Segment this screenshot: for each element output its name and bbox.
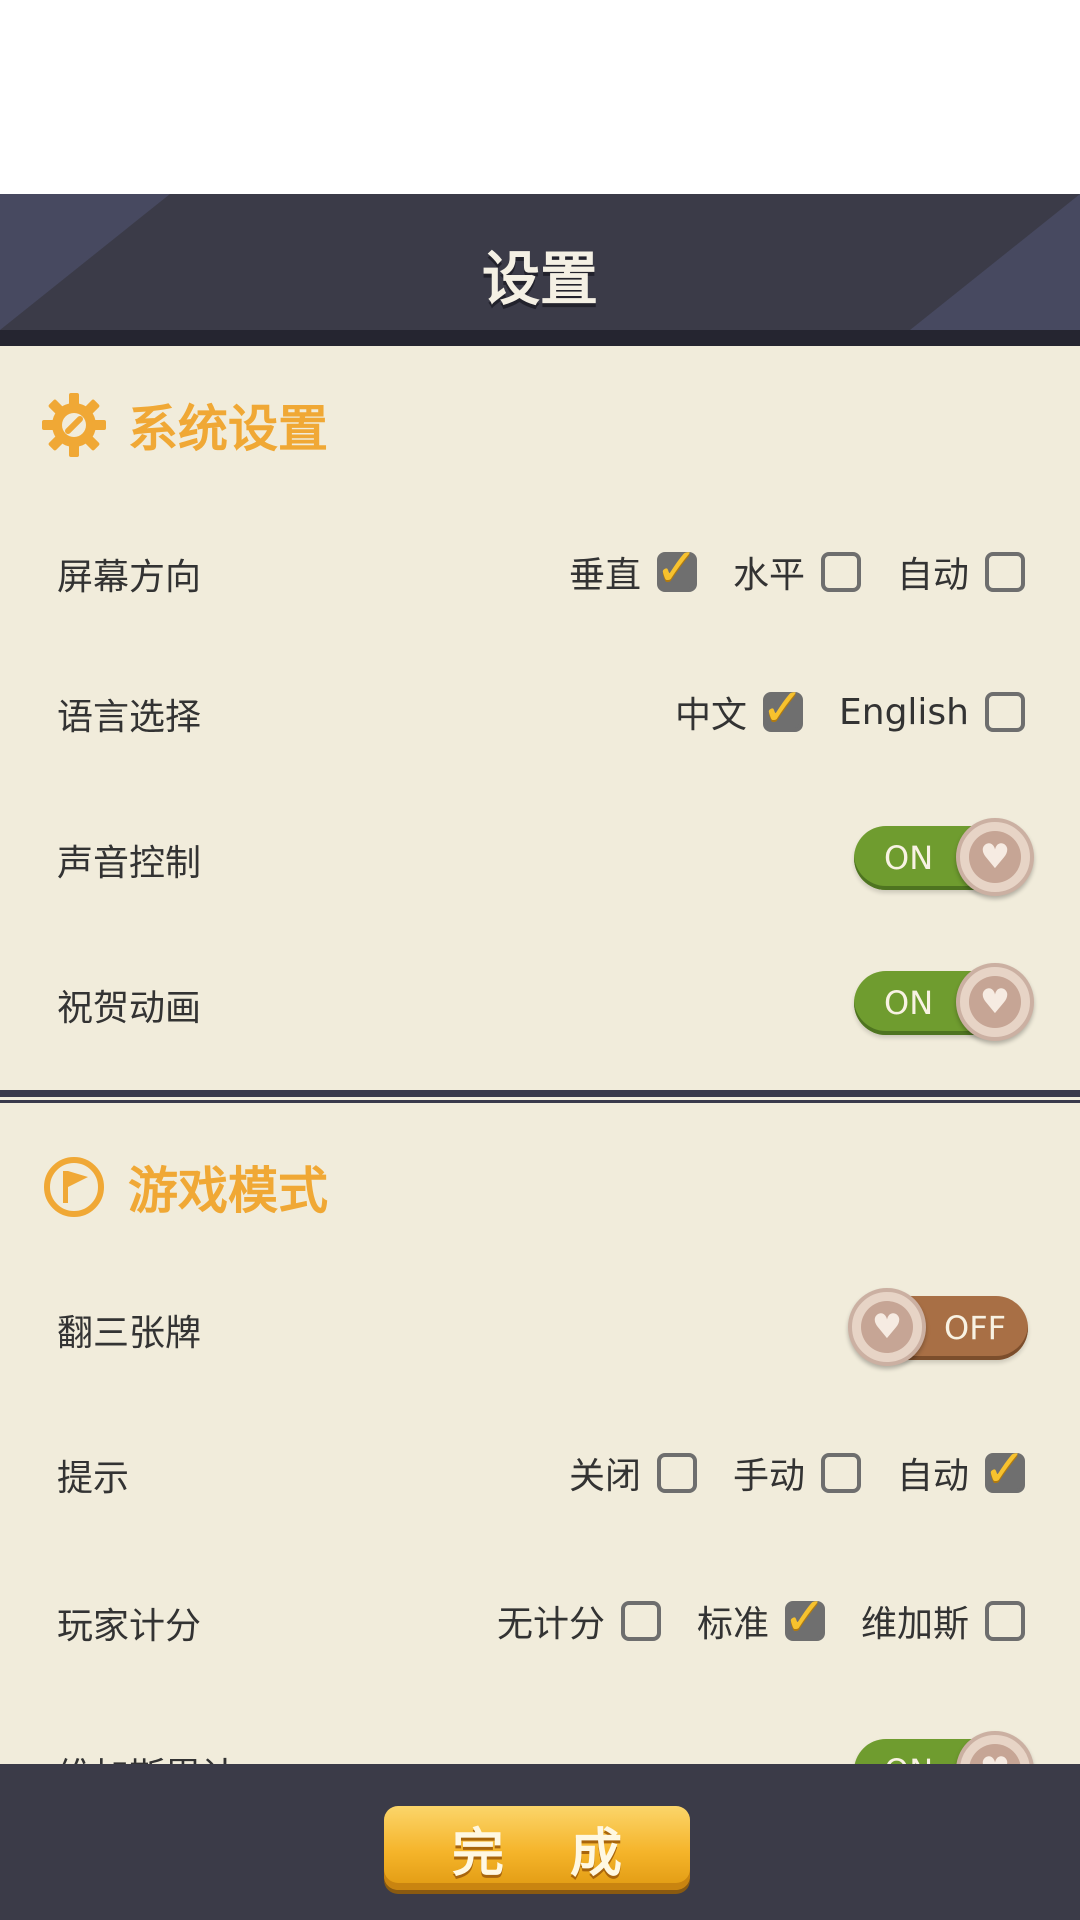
row-label: 语言选择 (57, 697, 202, 738)
checkbox[interactable] (985, 1601, 1025, 1641)
option-label: 自动 (896, 555, 969, 596)
checkbox[interactable] (620, 1601, 661, 1641)
option-manual[interactable]: 手动 (733, 1447, 861, 1499)
section-title: 游戏模式 (128, 1162, 328, 1220)
row-label: 维加斯累计 (57, 1747, 237, 1764)
celebration-row: 祝贺动画 ON ♥ (0, 963, 1080, 1043)
checkbox-checked[interactable]: ✓ (783, 1591, 827, 1643)
checkbox[interactable] (985, 692, 1025, 732)
option-label: 标准 (696, 1604, 769, 1645)
done-button-label: 完 成 (451, 1823, 647, 1884)
option-label: 垂直 (568, 555, 641, 596)
check-icon: ✓ (761, 678, 805, 738)
done-button[interactable]: 完 成 (384, 1806, 690, 1890)
celebration-toggle[interactable]: ON ♥ (854, 963, 1034, 1041)
option-auto[interactable]: 自动 ✓ (896, 1443, 1027, 1499)
draw-three-row: 翻三张牌 OFF ♥ (0, 1288, 1080, 1368)
heart-icon: ♥ (969, 1744, 1021, 1764)
flag-icon (44, 1157, 104, 1217)
option-label: 无计分 (496, 1604, 605, 1645)
check-icon: ✓ (654, 538, 699, 598)
toggle-label: OFF (944, 1309, 1006, 1347)
toggle-knob[interactable]: ♥ (956, 963, 1034, 1041)
checkbox[interactable] (820, 1453, 861, 1493)
option-label: 自动 (896, 1456, 969, 1497)
language-options: 中文 ✓ English (639, 682, 1025, 738)
option-label: 维加斯 (860, 1604, 969, 1645)
orientation-options: 垂直 ✓ 水平 自动 (533, 542, 1025, 598)
divider-line (0, 1100, 1080, 1103)
language-row: 语言选择 中文 ✓ English (0, 672, 1080, 752)
header-bar: 设置 (0, 194, 1080, 330)
heart-icon: ♥ (969, 976, 1021, 1028)
checkbox[interactable] (656, 1453, 697, 1493)
option-label: 关闭 (568, 1456, 641, 1497)
toggle-label: ON (884, 1752, 933, 1764)
option-label: English (839, 691, 969, 733)
row-label: 声音控制 (57, 843, 202, 884)
option-label: 中文 (674, 695, 747, 736)
row-label: 提示 (57, 1458, 130, 1499)
row-label: 玩家计分 (57, 1606, 202, 1647)
option-standard[interactable]: 标准 ✓ (696, 1591, 827, 1647)
option-no-score[interactable]: 无计分 (497, 1595, 661, 1647)
gear-icon (42, 393, 106, 457)
toggle-knob[interactable]: ♥ (956, 1731, 1034, 1764)
option-english[interactable]: English (839, 692, 1025, 733)
toggle-label: ON (884, 839, 934, 877)
draw-three-toggle[interactable]: OFF ♥ (848, 1288, 1028, 1366)
system-settings-header: 系统设置 (42, 390, 328, 460)
vegas-cumulative-row: 维加斯累计 ON ♥ (0, 1731, 1080, 1764)
section-title: 系统设置 (128, 400, 328, 458)
checkbox[interactable] (985, 552, 1025, 592)
scoring-options: 无计分 标准 ✓ 维加斯 (461, 1591, 1025, 1647)
check-icon: ✓ (782, 1587, 827, 1647)
header-underline (0, 330, 1080, 346)
hint-options: 关闭 手动 自动 ✓ (533, 1443, 1027, 1499)
toggle-label: ON (884, 984, 934, 1022)
option-label: 手动 (732, 1456, 805, 1497)
heart-icon: ♥ (969, 831, 1021, 883)
checkbox[interactable] (820, 552, 861, 592)
checkbox-checked[interactable]: ✓ (983, 1443, 1027, 1495)
option-vertical[interactable]: 垂直 ✓ (568, 542, 699, 598)
section-divider (0, 1090, 1080, 1104)
option-label: 水平 (732, 555, 805, 596)
vegas-cumulative-toggle[interactable]: ON ♥ (854, 1731, 1034, 1764)
row-label: 屏幕方向 (57, 557, 202, 598)
divider-line (0, 1090, 1080, 1097)
option-auto[interactable]: 自动 (897, 546, 1025, 598)
check-icon: ✓ (983, 1439, 1027, 1499)
sound-row: 声音控制 ON ♥ (0, 818, 1080, 898)
option-chinese[interactable]: 中文 ✓ (674, 682, 805, 738)
row-label: 祝贺动画 (57, 988, 202, 1029)
page-title: 设置 (481, 245, 598, 313)
checkbox-checked[interactable]: ✓ (761, 682, 805, 734)
toggle-knob[interactable]: ♥ (848, 1288, 926, 1366)
settings-panel[interactable]: 系统设置 屏幕方向 垂直 ✓ 水平 自动 语言选择 中文 ✓ English 声… (0, 346, 1080, 1764)
sound-toggle[interactable]: ON ♥ (854, 818, 1034, 896)
scoring-row: 玩家计分 无计分 标准 ✓ 维加斯 (0, 1581, 1080, 1661)
screen-orientation-row: 屏幕方向 垂直 ✓ 水平 自动 (0, 532, 1080, 612)
checkbox-checked[interactable]: ✓ (655, 542, 699, 594)
row-label: 翻三张牌 (57, 1313, 202, 1354)
game-mode-header: 游戏模式 (42, 1152, 328, 1222)
option-off[interactable]: 关闭 (569, 1447, 697, 1499)
option-horizontal[interactable]: 水平 (733, 546, 861, 598)
heart-icon: ♥ (861, 1301, 913, 1353)
hint-row: 提示 关闭 手动 自动 ✓ (0, 1433, 1080, 1513)
option-vegas[interactable]: 维加斯 (861, 1595, 1025, 1647)
toggle-knob[interactable]: ♥ (956, 818, 1034, 896)
footer-bar: 完 成 (0, 1764, 1080, 1920)
